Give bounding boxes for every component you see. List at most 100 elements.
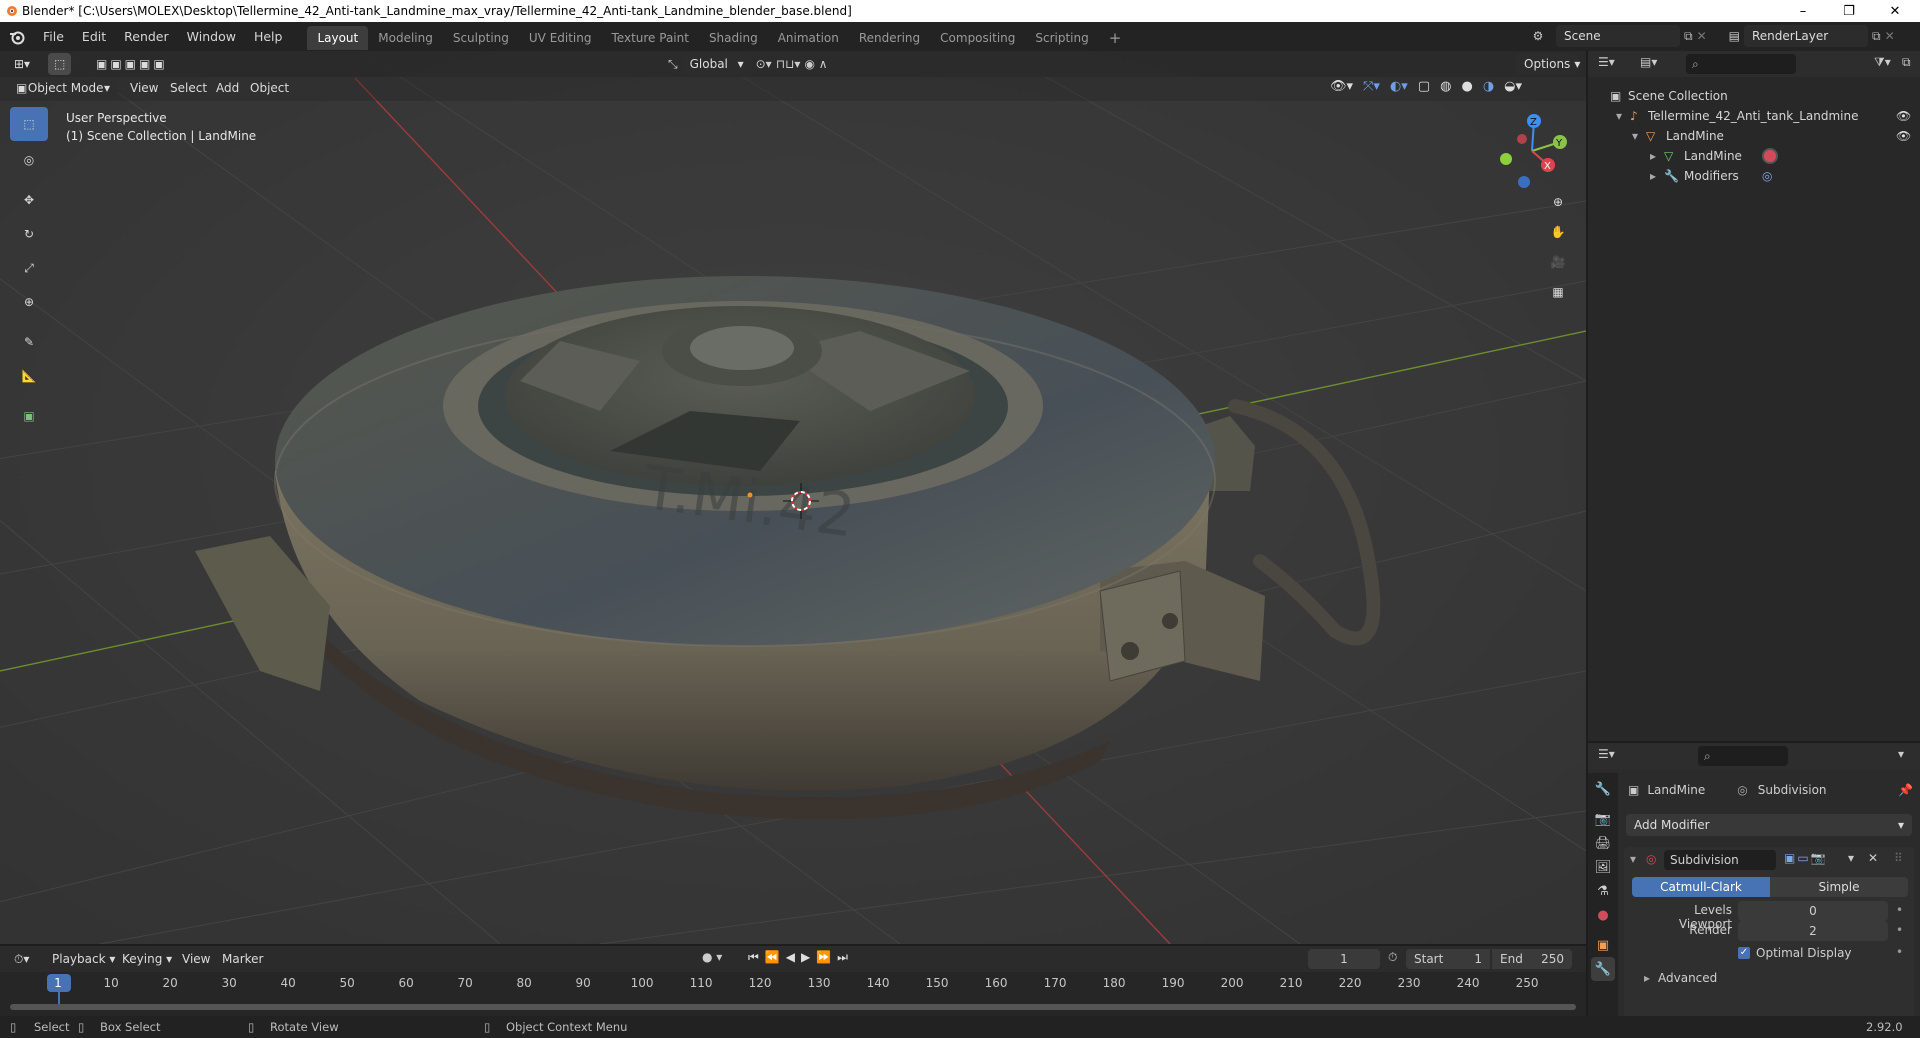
menu-file[interactable]: File bbox=[34, 22, 73, 51]
modifier-name-field[interactable]: Subdivision bbox=[1664, 850, 1776, 870]
move-tool[interactable]: ✥ bbox=[10, 183, 48, 217]
render-levels-field[interactable]: 2 bbox=[1738, 921, 1888, 941]
menu-render[interactable]: Render bbox=[115, 22, 178, 51]
solid-shading-icon[interactable]: ● bbox=[1461, 79, 1472, 94]
rotate-tool[interactable]: ↻ bbox=[10, 217, 48, 251]
outliner-row-object[interactable]: ▾ ▽ LandMine 👁 bbox=[1588, 126, 1920, 146]
cursor-tool[interactable]: ◎ bbox=[10, 143, 48, 177]
eye-icon[interactable]: 👁 bbox=[1896, 129, 1911, 143]
menu-add[interactable]: Add bbox=[210, 77, 245, 99]
output-tab-icon[interactable]: 🖨 bbox=[1591, 831, 1615, 855]
pan-hand-icon[interactable]: ✋ bbox=[1544, 218, 1572, 246]
tab-shading[interactable]: Shading bbox=[699, 26, 768, 50]
modifier-display-toggles[interactable]: ▣▭📷 bbox=[1784, 851, 1828, 865]
transform-tool[interactable]: ⊕ bbox=[10, 285, 48, 319]
new-layer-icon[interactable]: ⧉ bbox=[1872, 29, 1881, 44]
select-tool-icon[interactable]: ⬚ bbox=[48, 53, 72, 75]
minimize-button[interactable]: – bbox=[1780, 0, 1826, 22]
optimal-display-checkbox[interactable]: ✓ bbox=[1738, 947, 1750, 959]
collapse-arrow-icon[interactable]: ▾ bbox=[1630, 852, 1636, 866]
tab-rendering[interactable]: Rendering bbox=[849, 26, 930, 50]
outliner-row-modifiers[interactable]: ▸ 🔧 Modifiers ◎ bbox=[1588, 166, 1920, 186]
outliner-row-collection[interactable]: ▾ ♪ Tellermine_42_Anti_tank_Landmine 👁 bbox=[1588, 106, 1920, 126]
object-tab-icon[interactable]: ▣ bbox=[1591, 933, 1615, 957]
tab-layout[interactable]: Layout bbox=[307, 25, 369, 50]
gizmo-toggle-icon[interactable]: ⤧▾ bbox=[1363, 79, 1380, 94]
editor-type-icon[interactable]: ⊞▾ bbox=[8, 53, 36, 75]
tab-compositing[interactable]: Compositing bbox=[930, 26, 1025, 50]
outliner-editor-icon[interactable]: ☰▾ bbox=[1598, 55, 1615, 69]
mode-dropdown[interactable]: ▣ Object Mode ▾ bbox=[8, 77, 118, 99]
visibility-icon[interactable]: 👁▾ bbox=[1330, 79, 1353, 94]
view-layer-tab-icon[interactable]: 🖼 bbox=[1591, 855, 1615, 879]
tab-scripting[interactable]: Scripting bbox=[1025, 26, 1098, 50]
expand-arrow-icon[interactable]: ▾ bbox=[1632, 129, 1646, 143]
timeline-scrollbar[interactable] bbox=[10, 1004, 1576, 1010]
catmull-clark-button[interactable]: Catmull-Clark bbox=[1632, 877, 1770, 897]
properties-editor-icon[interactable]: ☰▾ bbox=[1598, 747, 1615, 761]
navigation-gizmo[interactable]: Z Y X bbox=[1490, 109, 1570, 189]
add-cube-tool[interactable]: ▣ bbox=[10, 399, 48, 433]
scale-tool[interactable]: ⤢ bbox=[10, 251, 48, 285]
options-dropdown[interactable]: Options ▾ bbox=[1516, 53, 1580, 75]
pin-icon[interactable]: 📌 bbox=[1898, 783, 1913, 797]
modifier-tab-icon[interactable]: 🔧 bbox=[1591, 957, 1615, 981]
select-box-tool[interactable]: ⬚ bbox=[10, 107, 48, 141]
outliner-search-input[interactable]: ⌕ bbox=[1686, 54, 1796, 74]
properties-options-icon[interactable]: ▾ bbox=[1898, 747, 1904, 761]
expand-arrow-icon[interactable]: ▸ bbox=[1650, 169, 1664, 183]
keyframe-dot-icon[interactable]: • bbox=[1896, 945, 1903, 959]
advanced-arrow-icon[interactable]: ▸ bbox=[1644, 971, 1650, 985]
close-window-button[interactable]: ✕ bbox=[1872, 0, 1918, 22]
scene-tab-icon[interactable]: ⚗ bbox=[1591, 879, 1615, 903]
rendered-shading-icon[interactable]: ◒▾ bbox=[1504, 79, 1522, 94]
add-workspace-button[interactable]: + bbox=[1099, 26, 1132, 50]
remove-modifier-icon[interactable]: ✕ bbox=[1868, 851, 1878, 865]
pivot-icon[interactable]: ⊙▾ bbox=[756, 57, 772, 71]
xray-icon[interactable]: ▢ bbox=[1418, 79, 1430, 94]
expand-arrow-icon[interactable]: ▾ bbox=[1616, 109, 1630, 123]
measure-tool[interactable]: 📐 bbox=[10, 359, 48, 393]
display-mode-icon[interactable]: ▤▾ bbox=[1640, 55, 1657, 69]
3d-viewport[interactable]: T.Mi.42 ⊞▾ ⬚ ▣▣▣▣▣ ⤡ Global ▾ ⊙▾ ⊓⊔▾ ◉ ∧ … bbox=[0, 51, 1586, 944]
drag-handle-icon[interactable]: ⠿ bbox=[1894, 851, 1903, 865]
render-layer-icon[interactable]: ▤ bbox=[1729, 29, 1740, 43]
tab-animation[interactable]: Animation bbox=[768, 26, 849, 50]
material-shading-icon[interactable]: ◑ bbox=[1483, 79, 1494, 94]
tab-texture-paint[interactable]: Texture Paint bbox=[602, 26, 699, 50]
tab-sculpting[interactable]: Sculpting bbox=[443, 26, 519, 50]
blender-menu-icon[interactable] bbox=[0, 22, 34, 51]
select-mode-icons[interactable]: ▣▣▣▣▣ bbox=[90, 53, 174, 75]
new-scene-icon[interactable]: ⧉ bbox=[1684, 29, 1693, 44]
menu-object[interactable]: Object bbox=[244, 77, 295, 99]
outliner-row-scene-collection[interactable]: ▣ Scene Collection bbox=[1588, 86, 1920, 106]
transform-orientation-dropdown[interactable]: Global ▾ bbox=[681, 53, 752, 75]
outliner-row-mesh[interactable]: ▸ ▽ LandMine bbox=[1588, 146, 1920, 166]
menu-select[interactable]: Select bbox=[164, 77, 213, 99]
levels-viewport-field[interactable]: 0 bbox=[1738, 901, 1888, 921]
expand-arrow-icon[interactable]: ▸ bbox=[1650, 149, 1664, 163]
delete-layer-icon[interactable]: ✕ bbox=[1885, 29, 1895, 43]
scene-icon[interactable]: ⚙ bbox=[1524, 25, 1552, 47]
zoom-icon[interactable]: ⊕ bbox=[1544, 188, 1572, 216]
ortho-grid-icon[interactable]: ▦ bbox=[1544, 278, 1572, 306]
tab-modeling[interactable]: Modeling bbox=[368, 26, 443, 50]
render-layer-field[interactable]: RenderLayer bbox=[1743, 25, 1868, 47]
menu-view[interactable]: View bbox=[124, 77, 164, 99]
annotate-tool[interactable]: ✎ bbox=[10, 325, 48, 359]
properties-search-input[interactable]: ⌕ bbox=[1698, 746, 1788, 766]
tool-tab-icon[interactable]: 🔧 bbox=[1591, 777, 1615, 801]
snap-icon[interactable]: ⊓⊔▾ bbox=[776, 57, 801, 71]
scene-field[interactable]: Scene bbox=[1556, 25, 1680, 47]
wireframe-shading-icon[interactable]: ◍ bbox=[1440, 79, 1451, 94]
filter-icon[interactable]: ⧩▾ bbox=[1874, 55, 1891, 70]
camera-view-icon[interactable]: 🎥 bbox=[1544, 248, 1572, 276]
menu-help[interactable]: Help bbox=[245, 22, 292, 51]
frame-ruler[interactable]: 1 10 20 30 40 50 60 70 80 90 100 110 120 130 140 150 160… bbox=[0, 946, 1586, 1000]
add-modifier-dropdown[interactable]: Add Modifier ▾ bbox=[1626, 814, 1912, 836]
simple-button[interactable]: Simple bbox=[1770, 877, 1908, 897]
proportional-edit-icon[interactable]: ◉ ∧ bbox=[804, 57, 827, 71]
keyframe-dot-icon[interactable]: • bbox=[1896, 923, 1903, 937]
modifier-menu-icon[interactable]: ▾ bbox=[1848, 851, 1854, 865]
tab-uv-editing[interactable]: UV Editing bbox=[519, 26, 602, 50]
